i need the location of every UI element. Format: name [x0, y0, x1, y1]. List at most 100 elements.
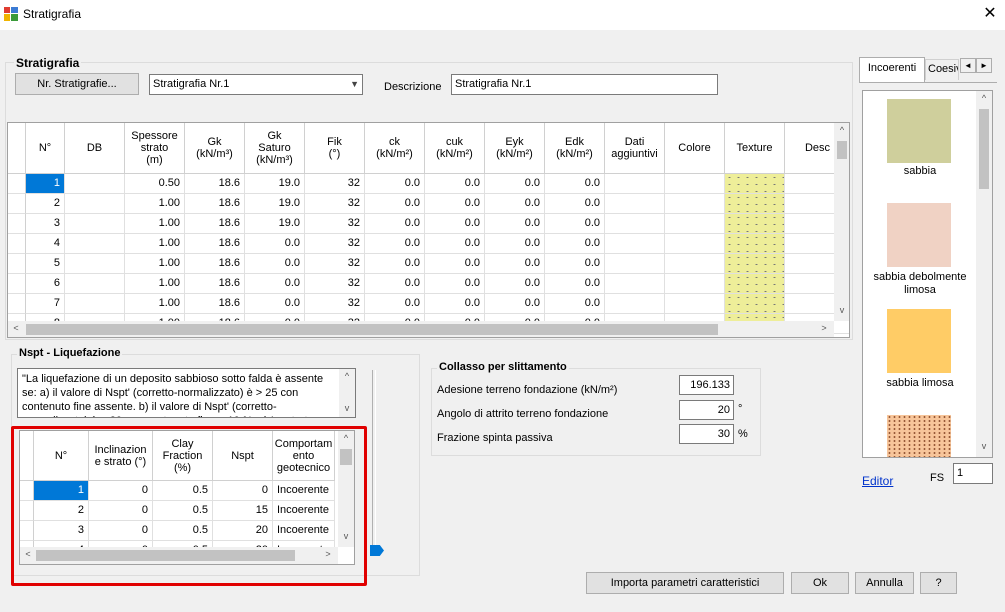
- ok-button[interactable]: Ok: [791, 572, 849, 594]
- scroll-left-icon[interactable]: <: [10, 323, 22, 333]
- row-selector[interactable]: [8, 194, 26, 214]
- grid-cell[interactable]: 0.0: [545, 174, 605, 194]
- grid-cell[interactable]: 19.0: [245, 214, 305, 234]
- column-header[interactable]: Spessore strato (m): [125, 123, 185, 174]
- adesione-input[interactable]: 196.133: [679, 375, 734, 395]
- grid-cell[interactable]: 1.00: [125, 234, 185, 254]
- grid-cell-colore[interactable]: [665, 194, 725, 214]
- scroll-down-icon[interactable]: v: [836, 305, 848, 315]
- grid-cell[interactable]: 32: [305, 234, 365, 254]
- palette-scroll-thumb[interactable]: [979, 109, 989, 189]
- grid-cell[interactable]: 0.0: [545, 234, 605, 254]
- grid-cell[interactable]: 18.6: [185, 234, 245, 254]
- grid-cell[interactable]: 5: [26, 254, 65, 274]
- grid-cell[interactable]: 0.0: [425, 234, 485, 254]
- fs-input[interactable]: 1: [953, 463, 993, 484]
- texture-swatch[interactable]: [887, 99, 951, 163]
- grid-v-scrollbar[interactable]: ^ v: [834, 123, 849, 321]
- grid-cell-texture[interactable]: [725, 194, 785, 214]
- grid-cell[interactable]: 0.0: [365, 234, 425, 254]
- grid-cell[interactable]: 19.0: [245, 194, 305, 214]
- grid-cell-colore[interactable]: [665, 254, 725, 274]
- grid-cell-texture[interactable]: [725, 174, 785, 194]
- grid-cell[interactable]: 0.0: [545, 294, 605, 314]
- palette-v-scrollbar[interactable]: ^ v: [976, 91, 992, 457]
- grid-cell[interactable]: 0.0: [485, 174, 545, 194]
- column-header[interactable]: N°: [26, 123, 65, 174]
- grid-h-scrollbar[interactable]: < >: [8, 321, 834, 337]
- grid-cell[interactable]: 32: [305, 294, 365, 314]
- grid-cell[interactable]: 32: [305, 214, 365, 234]
- grid-cell-dati[interactable]: [605, 234, 665, 254]
- column-header[interactable]: Edk (kN/m²): [545, 123, 605, 174]
- grid-h-scroll-thumb[interactable]: [26, 324, 718, 335]
- grid-cell[interactable]: 18.6: [185, 174, 245, 194]
- frazione-input[interactable]: 30: [679, 424, 734, 444]
- grid-cell[interactable]: [65, 294, 125, 314]
- grid-cell[interactable]: 0.0: [485, 254, 545, 274]
- row-selector[interactable]: [8, 234, 26, 254]
- grid-cell[interactable]: 0.0: [365, 214, 425, 234]
- grid-cell[interactable]: 18.6: [185, 294, 245, 314]
- grid-cell-texture[interactable]: [725, 234, 785, 254]
- column-header[interactable]: ck (kN/m²): [365, 123, 425, 174]
- grid-cell[interactable]: 1.00: [125, 214, 185, 234]
- stratigrafia-select[interactable]: Stratigrafia Nr.1 ▼: [149, 74, 363, 95]
- grid-cell[interactable]: 32: [305, 174, 365, 194]
- grid-cell[interactable]: 4: [26, 234, 65, 254]
- grid-cell[interactable]: 0.0: [425, 274, 485, 294]
- grid-cell[interactable]: 0.0: [425, 214, 485, 234]
- grid-cell[interactable]: 32: [305, 274, 365, 294]
- grid-cell-colore[interactable]: [665, 274, 725, 294]
- grid-cell[interactable]: 0.0: [545, 214, 605, 234]
- grid-cell[interactable]: 1.00: [125, 294, 185, 314]
- grid-v-scroll-thumb[interactable]: [837, 141, 847, 159]
- grid-cell-dati[interactable]: [605, 274, 665, 294]
- column-header[interactable]: DB: [65, 123, 125, 174]
- grid-cell-dati[interactable]: [605, 294, 665, 314]
- row-selector[interactable]: [8, 254, 26, 274]
- grid-cell[interactable]: 0.0: [425, 294, 485, 314]
- grid-cell[interactable]: 0.0: [425, 194, 485, 214]
- grid-cell-dati[interactable]: [605, 174, 665, 194]
- column-header[interactable]: Fik (°): [305, 123, 365, 174]
- grid-cell[interactable]: 0.0: [245, 274, 305, 294]
- grid-cell[interactable]: 0.0: [425, 254, 485, 274]
- importa-parametri-button[interactable]: Importa parametri caratteristici: [586, 572, 784, 594]
- grid-cell[interactable]: 1: [26, 174, 65, 194]
- grid-cell[interactable]: 0.0: [365, 254, 425, 274]
- grid-cell-dati[interactable]: [605, 254, 665, 274]
- grid-cell[interactable]: 0.0: [485, 294, 545, 314]
- grid-cell[interactable]: 0.0: [485, 234, 545, 254]
- grid-cell[interactable]: 18.6: [185, 274, 245, 294]
- scroll-down-icon[interactable]: v: [341, 403, 353, 413]
- grid-cell-dati[interactable]: [605, 214, 665, 234]
- column-header[interactable]: Gk (kN/m³): [185, 123, 245, 174]
- grid-cell[interactable]: 1.00: [125, 194, 185, 214]
- grid-cell[interactable]: 1.00: [125, 254, 185, 274]
- column-header[interactable]: Texture: [725, 123, 785, 174]
- scroll-right-icon[interactable]: >: [818, 323, 830, 333]
- grid-cell-dati[interactable]: [605, 194, 665, 214]
- scroll-up-icon[interactable]: ^: [341, 371, 353, 381]
- grid-cell[interactable]: 0.0: [365, 294, 425, 314]
- scroll-up-icon[interactable]: ^: [978, 93, 990, 103]
- nr-stratigrafie-button[interactable]: Nr. Stratigrafie...: [15, 73, 139, 95]
- texture-swatch[interactable]: [887, 309, 951, 373]
- note-v-scrollbar[interactable]: ^ v: [339, 369, 355, 417]
- grid-cell[interactable]: 0.0: [365, 194, 425, 214]
- grid-cell[interactable]: 6: [26, 274, 65, 294]
- grid-cell[interactable]: 18.6: [185, 254, 245, 274]
- grid-cell[interactable]: [65, 274, 125, 294]
- grid-cell[interactable]: 32: [305, 194, 365, 214]
- grid-cell[interactable]: 7: [26, 294, 65, 314]
- grid-cell[interactable]: 32: [305, 254, 365, 274]
- grid-cell-texture[interactable]: [725, 294, 785, 314]
- slider-track[interactable]: [372, 370, 376, 548]
- annulla-button[interactable]: Annulla: [855, 572, 914, 594]
- grid-cell[interactable]: 0.0: [545, 254, 605, 274]
- angolo-input[interactable]: 20: [679, 400, 734, 420]
- grid-cell[interactable]: 0.0: [485, 274, 545, 294]
- texture-swatch[interactable]: [887, 203, 951, 267]
- scroll-up-icon[interactable]: ^: [836, 125, 848, 135]
